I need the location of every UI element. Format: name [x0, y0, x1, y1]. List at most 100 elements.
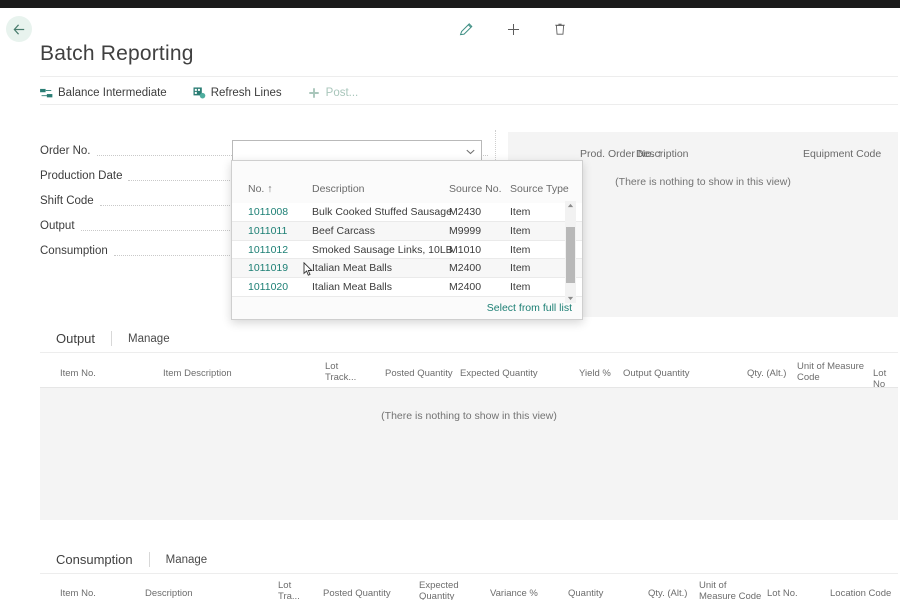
dropdown-scrollbar[interactable]: [565, 201, 576, 303]
row-source-type: Item: [510, 224, 531, 237]
consumption-card: Consumption Manage Item No. Description …: [40, 546, 898, 600]
dropdown-col-no[interactable]: No. ↑: [248, 183, 273, 195]
output-col-posted-quantity[interactable]: Posted Quantity: [385, 368, 453, 379]
output-col-qty-alt[interactable]: Qty. (Alt.): [747, 368, 786, 379]
row-source-type: Item: [510, 206, 531, 218]
plus-icon: [507, 23, 519, 35]
output-tabs: Output Manage: [40, 325, 898, 353]
action-label: Refresh Lines: [210, 87, 282, 99]
dropdown-row[interactable]: 1011012 Smoked Sausage Links, 10LB M1010…: [232, 240, 582, 260]
consumption-col-lot-tracking[interactable]: Lot Tra...: [278, 580, 300, 600]
tab-output-manage[interactable]: Manage: [112, 325, 186, 353]
row-description: Beef Carcass: [312, 224, 376, 237]
consumption-col-location-code[interactable]: Location Code: [830, 588, 891, 599]
tab-output[interactable]: Output: [40, 325, 111, 353]
output-empty-message: (There is nothing to show in this view): [381, 410, 557, 422]
select-from-full-list-link[interactable]: Select from full list: [487, 302, 572, 314]
field-label: Production Date: [40, 169, 123, 182]
order-no-field[interactable]: [232, 140, 482, 162]
row-source-type: Item: [510, 262, 531, 275]
dropdown-row[interactable]: 1011020 Italian Meat Balls M2400 Item: [232, 278, 582, 297]
dropdown-row[interactable]: 1011011 Beef Carcass M9999 Item: [232, 221, 582, 241]
field-label: Consumption: [40, 244, 108, 257]
output-grid-header: Item No. Item Description Lot Track... P…: [40, 353, 898, 390]
output-col-expected-quantity[interactable]: Expected Quantity: [460, 368, 538, 379]
row-source-no: M2400: [449, 262, 482, 275]
dropdown-col-description[interactable]: Description: [312, 183, 365, 195]
row-source-no: M2400: [449, 281, 482, 294]
record-actions-toolbar: [455, 18, 571, 40]
trash-icon: [555, 23, 565, 35]
consumption-grid-header: Item No. Description Lot Tra... Posted Q…: [40, 574, 898, 600]
row-description: Italian Meat Balls: [312, 262, 392, 275]
output-col-unit-of-measure[interactable]: Unit of Measure Code: [797, 361, 864, 383]
dropdown-footer: Select from full list: [232, 297, 582, 319]
action-balance-intermediate[interactable]: Balance Intermediate: [40, 87, 167, 100]
order-no-input[interactable]: [233, 141, 459, 161]
output-col-item-description[interactable]: Item Description: [163, 368, 232, 379]
prod-order-col-desc[interactable]: Description: [636, 148, 689, 160]
consumption-tabs: Consumption Manage: [40, 546, 898, 574]
dropdown-rows: 1011008 Bulk Cooked Stuffed Sausage M243…: [232, 203, 582, 297]
output-col-lot-tracking[interactable]: Lot Track...: [325, 361, 356, 383]
row-description: Smoked Sausage Links, 10LB: [312, 243, 453, 256]
row-description: Italian Meat Balls: [312, 281, 392, 294]
batch-reporting-page: Batch Reporting Balance Intermediate Ref…: [0, 0, 900, 600]
output-grid-body: (There is nothing to show in this view): [40, 387, 898, 520]
back-arrow-icon: [13, 23, 24, 35]
consumption-col-quantity[interactable]: Quantity: [568, 588, 603, 599]
consumption-col-item-no[interactable]: Item No.: [60, 588, 96, 599]
consumption-col-qty-alt[interactable]: Qty. (Alt.): [648, 588, 687, 599]
action-bar: Balance Intermediate Refresh Lines Post.…: [40, 82, 898, 104]
consumption-col-unit-of-measure[interactable]: Unit of Measure Code: [699, 580, 761, 600]
dropdown-row[interactable]: 1011019 Italian Meat Balls M2400 Item: [232, 259, 582, 279]
prod-order-header-row: Prod. Order No. ↑ Description Equipment …: [508, 132, 898, 162]
row-source-type: Item: [510, 243, 531, 256]
dropdown-col-source-type[interactable]: Source Type: [510, 183, 569, 195]
consumption-col-lot-no[interactable]: Lot No.: [767, 588, 798, 599]
row-source-no: M2430: [449, 206, 482, 218]
refresh-icon: [193, 87, 206, 100]
output-col-item-no[interactable]: Item No.: [60, 368, 96, 379]
order-no-dropdown: No. ↑ Description Source No. Source Type…: [231, 160, 583, 320]
output-col-yield[interactable]: Yield %: [579, 368, 611, 379]
tab-consumption[interactable]: Consumption: [40, 546, 149, 574]
chevron-down-icon: [465, 149, 475, 154]
dropdown-col-source-no[interactable]: Source No.: [449, 183, 502, 195]
consumption-col-variance[interactable]: Variance %: [490, 588, 538, 599]
page-title: Batch Reporting: [40, 42, 194, 65]
dropdown-header-row: No. ↑ Description Source No. Source Type: [232, 161, 582, 195]
row-source-no: M1010: [449, 243, 482, 256]
field-label: Order No.: [40, 144, 91, 157]
field-label: Shift Code: [40, 194, 94, 207]
consumption-col-description[interactable]: Description: [145, 588, 193, 599]
row-no: 1011012: [248, 243, 289, 256]
scroll-up-arrow-icon[interactable]: [565, 201, 576, 210]
row-description: Bulk Cooked Stuffed Sausage: [312, 206, 452, 218]
row-no: 1011019: [248, 262, 289, 275]
output-col-output-quantity[interactable]: Output Quantity: [623, 368, 690, 379]
title-divider: [40, 76, 898, 77]
row-source-no: M9999: [449, 224, 482, 237]
row-no: 1011008: [248, 206, 289, 218]
action-post[interactable]: Post...: [308, 87, 359, 100]
top-window-strip: [0, 0, 900, 8]
consumption-col-expected-quantity[interactable]: Expected Quantity: [419, 580, 459, 600]
row-no: 1011020: [248, 281, 289, 294]
output-card: Output Manage Item No. Item Description …: [40, 325, 898, 520]
new-button[interactable]: [502, 18, 524, 40]
order-no-dropdown-toggle[interactable]: [459, 141, 481, 161]
edit-button[interactable]: [455, 18, 477, 40]
tab-consumption-manage[interactable]: Manage: [150, 546, 224, 574]
dropdown-row[interactable]: 1011008 Bulk Cooked Stuffed Sausage M243…: [232, 203, 582, 222]
back-button[interactable]: [6, 16, 32, 42]
field-label: Output: [40, 219, 75, 232]
scrollbar-thumb[interactable]: [566, 227, 575, 283]
action-label: Balance Intermediate: [58, 87, 167, 99]
balance-icon: [40, 87, 53, 100]
action-label: Post...: [325, 87, 359, 99]
action-refresh-lines[interactable]: Refresh Lines: [193, 87, 282, 100]
prod-order-col-equipment[interactable]: Equipment Code: [803, 148, 881, 160]
delete-button[interactable]: [549, 18, 571, 40]
consumption-col-posted-quantity[interactable]: Posted Quantity: [323, 588, 391, 599]
